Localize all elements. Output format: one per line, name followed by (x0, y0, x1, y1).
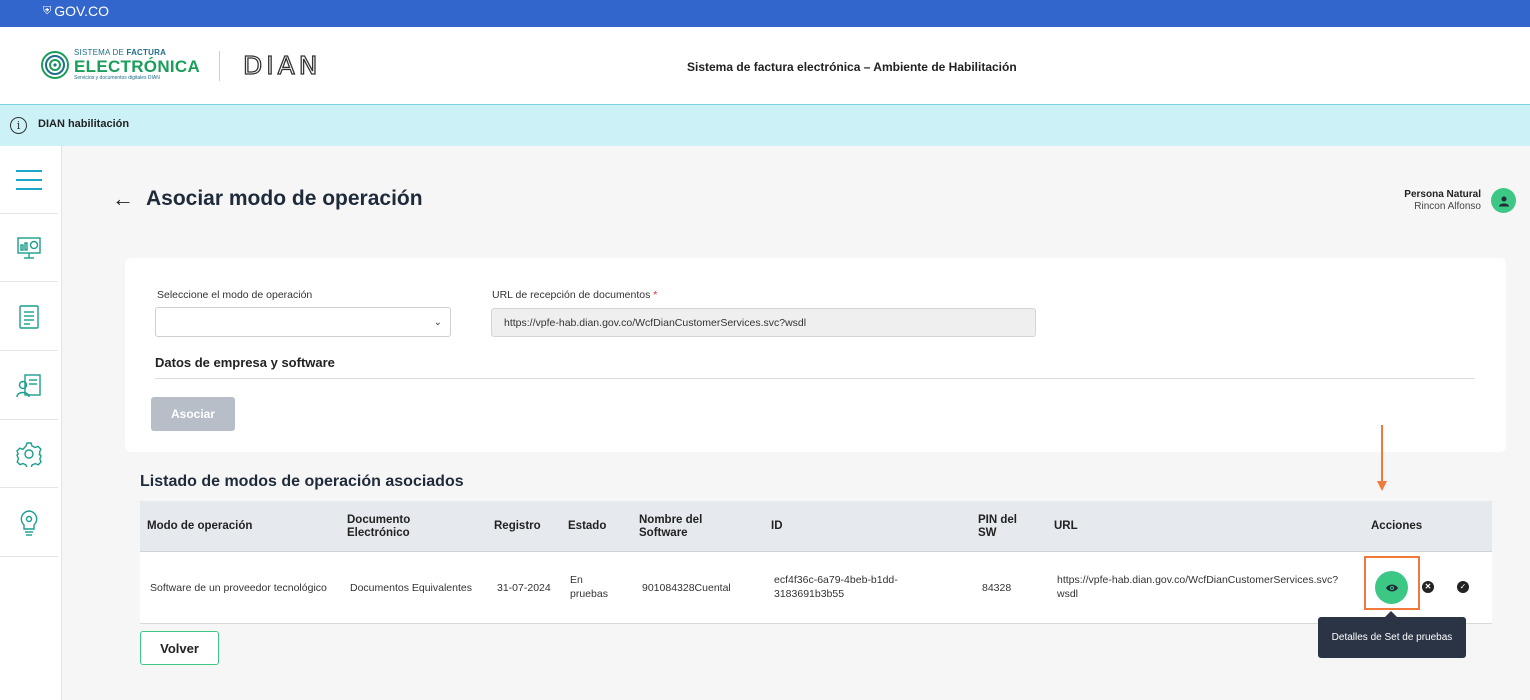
cell-document: Documentos Equivalentes (350, 582, 472, 594)
document-list-icon (19, 304, 39, 329)
column-header-id: ID (771, 520, 783, 532)
operation-mode-select[interactable]: ⌄ (155, 307, 451, 337)
info-icon: i (10, 117, 27, 134)
mode-select-label: Seleccione el modo de operación (157, 289, 313, 301)
check-icon[interactable]: ✓ (1457, 581, 1469, 593)
user-profile[interactable]: Persona Natural Rincon Alfonso (1404, 188, 1516, 213)
monitor-chart-icon (17, 236, 41, 259)
user-document-icon (16, 373, 41, 397)
gov-shield-icon: ⛨ (43, 4, 52, 17)
header-title: Sistema de factura electrónica – Ambient… (687, 60, 1017, 74)
gov-bar: ⛨ GOV.CO (0, 0, 1530, 27)
cell-url: https://vpfe-hab.dian.gov.co/WcfDianCust… (1057, 574, 1339, 601)
required-marker: * (653, 289, 658, 301)
column-header-estado: Estado (568, 520, 607, 532)
environment-info-bar: i DIAN habilitación (0, 105, 1530, 146)
sidebar-item-dashboard[interactable] (0, 214, 58, 282)
column-header-registro: Registro (494, 520, 541, 532)
logo-line-2: ELECTRÓNICA (74, 57, 201, 76)
user-name: Rincon Alfonso (1414, 200, 1481, 212)
associate-button[interactable]: Asociar (151, 397, 235, 431)
annotation-arrow-icon (1377, 425, 1387, 491)
section-title-company-software: Datos de empresa y software (155, 355, 335, 370)
sidebar-item-help[interactable] (0, 489, 58, 557)
back-button[interactable]: Volver (140, 631, 219, 665)
gov-co-label: GOV.CO (54, 3, 109, 19)
column-header-document: Documento Electrónico (347, 514, 411, 539)
user-role: Persona Natural (1404, 188, 1481, 200)
menu-icon (16, 169, 42, 190)
cell-id: ecf4f36c-6a79-4beb-b1dd- 3183691b3b55 (774, 574, 898, 601)
sidebar-item-settings[interactable] (0, 420, 58, 488)
back-arrow-icon[interactable]: ← (112, 188, 134, 210)
delete-icon[interactable]: ✕ (1422, 581, 1434, 593)
page-title: Asociar modo de operación (146, 187, 423, 210)
eye-icon (1385, 584, 1398, 591)
factura-electronica-logo[interactable]: SISTEMA DE FACTURA ELECTRÓNICA Servicios… (40, 49, 200, 81)
chevron-down-icon: ⌄ (433, 317, 442, 328)
site-header: SISTEMA DE FACTURA ELECTRÓNICA Servicios… (0, 27, 1530, 105)
url-label: URL de recepción de documentos * (492, 289, 658, 301)
environment-label: DIAN habilitación (38, 118, 130, 130)
avatar[interactable] (1491, 188, 1516, 213)
view-test-set-details-button[interactable] (1375, 571, 1408, 604)
table-row: Software de un proveedor tecnológico Doc… (140, 552, 1492, 624)
tooltip: Detalles de Set de pruebas (1318, 611, 1466, 658)
sidebar-menu-toggle[interactable] (0, 146, 58, 214)
logo-separator (219, 51, 220, 81)
section-divider (155, 378, 1475, 379)
column-header-actions: Acciones (1371, 520, 1423, 532)
table-header: Modo de operación Documento Electrónico R… (140, 501, 1492, 552)
cell-estado: En pruebas (570, 574, 608, 601)
column-header-mode: Modo de operación (147, 520, 253, 532)
associated-modes-table: Modo de operación Documento Electrónico R… (140, 501, 1492, 624)
svg-text:DIAN: DIAN (243, 53, 321, 77)
cell-software: 901084328Cuental (642, 582, 731, 594)
column-header-url: URL (1054, 520, 1078, 532)
reception-url-field[interactable]: https://vpfe-hab.dian.gov.co/WcfDianCust… (491, 308, 1036, 337)
gov-co-logo[interactable]: ⛨ GOV.CO (43, 3, 109, 19)
sidebar-item-documents[interactable] (0, 283, 58, 351)
user-icon (1498, 196, 1509, 206)
associated-modes-title: Listado de modos de operación asociados (140, 473, 464, 490)
cell-pin: 84328 (982, 582, 1012, 594)
association-form-card: Seleccione el modo de operación ⌄ URL de… (125, 258, 1506, 452)
gear-icon (16, 441, 42, 467)
column-header-software: Nombre del Software (639, 514, 703, 539)
logo-line-3: Servicios y documentos digitales DIAN (74, 75, 160, 81)
page-title-row: ← Asociar modo de operación (112, 187, 423, 211)
column-header-pin: PIN del SW (978, 514, 1017, 539)
globe-logo-icon (41, 51, 69, 79)
lightbulb-gear-icon (20, 509, 38, 536)
cell-registro: 31-07-2024 (497, 582, 551, 594)
sidebar (0, 146, 62, 700)
sidebar-item-users[interactable] (0, 352, 58, 420)
cell-mode: Software de un proveedor tecnológico (150, 582, 327, 594)
logo-line-1: SISTEMA DE FACTURA (74, 48, 167, 57)
dian-logo[interactable]: DIAN (243, 53, 355, 77)
